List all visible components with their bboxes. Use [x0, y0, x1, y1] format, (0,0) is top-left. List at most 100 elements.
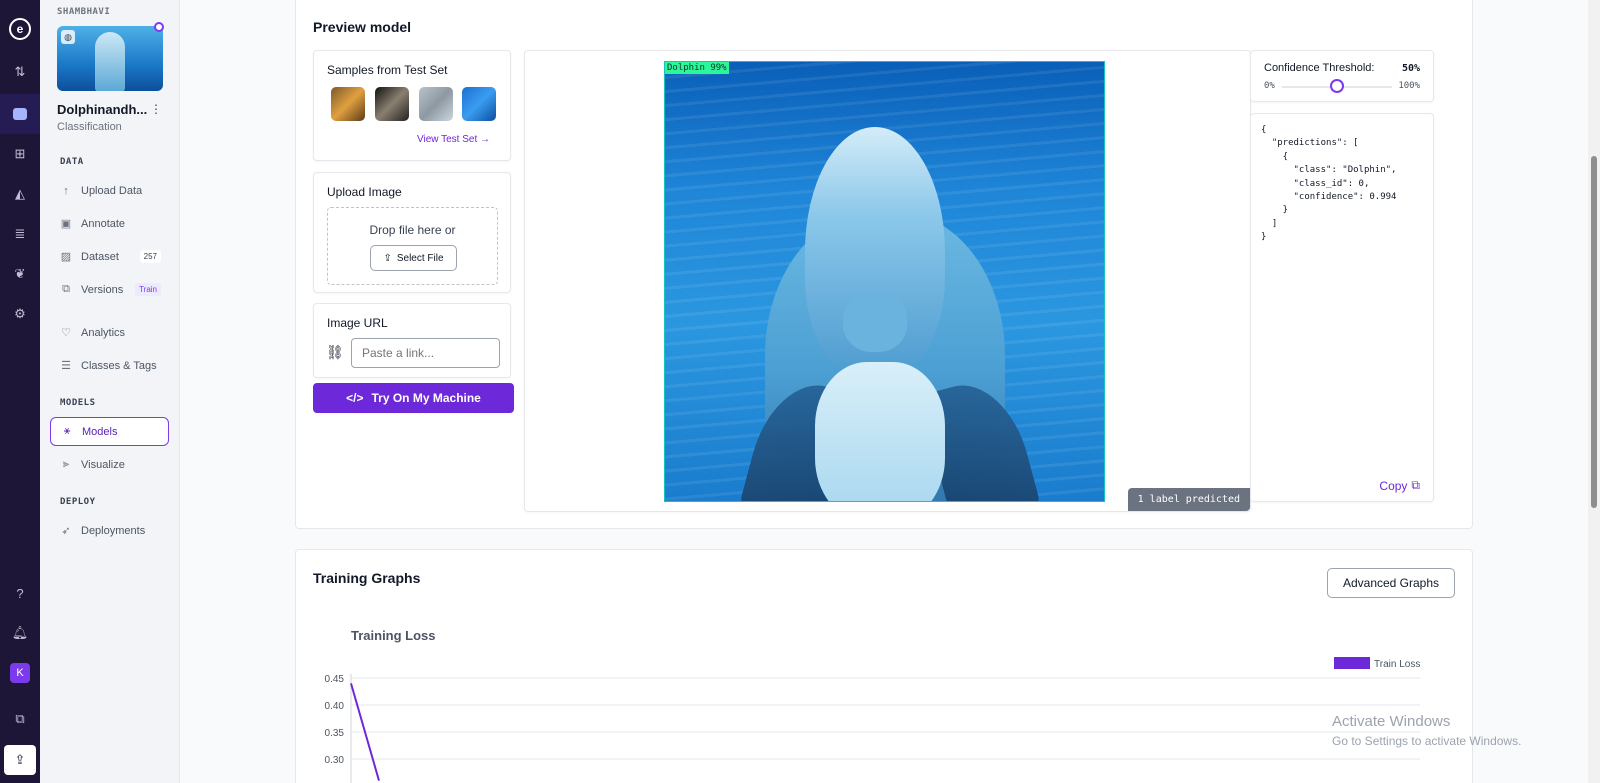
gear-icon[interactable]: ⚙: [0, 294, 40, 334]
sidebar-item-label: Deployments: [81, 524, 146, 537]
link-icon: ⛓: [326, 344, 344, 360]
upload-panel: Upload Image Drop file here or ⇪ Select …: [313, 172, 511, 293]
main-content: Preview model Samples from Test Set View…: [180, 0, 1588, 783]
chart-title: Training Loss: [351, 628, 436, 643]
try-button-label: Try On My Machine: [371, 391, 481, 405]
image-url-input[interactable]: [351, 338, 500, 368]
json-output: { "predictions": [ { "class": "Dolphin",…: [1261, 125, 1397, 243]
sidebar-item-label: Classes & Tags: [81, 359, 157, 372]
icon-rail: e ⇅ ⊞ ◭ ≣ ❦ ⚙ ? 🔔︎ K ⧉ ⇪: [0, 0, 40, 783]
try-on-my-machine-button[interactable]: </> Try On My Machine: [313, 383, 514, 413]
status-dot: [154, 22, 164, 32]
stack-icon[interactable]: ⧉: [0, 699, 40, 739]
bell-icon[interactable]: 🔔︎: [0, 613, 40, 653]
sidebar-item-label: Models: [82, 425, 118, 438]
samples-panel: Samples from Test Set View Test Set →: [313, 50, 511, 161]
sidebar-item-classes-tags[interactable]: ☰ Classes & Tags: [50, 351, 169, 380]
scrollbar-thumb[interactable]: [1591, 156, 1597, 508]
upload-rail-button[interactable]: ⇪: [0, 739, 40, 783]
select-file-button[interactable]: ⇪ Select File: [370, 245, 457, 271]
y-tick-label: 0.35: [325, 728, 345, 739]
sidebar-item-analytics[interactable]: ♡ Analytics: [50, 318, 169, 347]
versions-icon: ⧉: [62, 283, 70, 295]
list-icon: ☰: [61, 360, 71, 372]
project-sidebar: SHAMBHAVI ◍ Dolphinandh... ⋮ Classificat…: [40, 0, 180, 783]
confidence-slider-thumb[interactable]: [1330, 79, 1344, 93]
sidebar-item-upload-data[interactable]: ↑ Upload Data: [50, 176, 169, 205]
project-thumbnail[interactable]: ◍: [57, 26, 163, 91]
select-file-label: Select File: [396, 252, 444, 264]
y-tick-label: 0.45: [325, 674, 345, 685]
confidence-panel: Confidence Threshold: 50% 0% 100%: [1250, 50, 1434, 102]
heart-pulse-icon: ♡: [61, 327, 71, 339]
section-models: MODELS: [60, 398, 96, 408]
sidebar-item-label: Annotate: [81, 217, 126, 230]
copy-label: Copy: [1379, 478, 1408, 493]
image-edit-icon: ▣: [60, 218, 72, 230]
sidebar-item-label: Analytics: [81, 326, 126, 339]
images-icon: ▨: [60, 251, 72, 263]
upload-icon: ⇪: [383, 252, 392, 264]
train-badge[interactable]: Train: [135, 283, 161, 296]
app-logo-icon[interactable]: e: [0, 0, 40, 52]
drop-text: Drop file here or: [369, 223, 456, 237]
sidebar-item-visualize[interactable]: ⫸ Visualize: [50, 450, 169, 479]
sidebar-item-deployments[interactable]: ➶ Deployments: [50, 516, 169, 545]
image-url-panel: Image URL ⛓: [313, 303, 511, 378]
sample-thumbnail[interactable]: [375, 87, 409, 121]
page-title: Preview model: [313, 19, 412, 35]
sample-thumbnail[interactable]: [419, 87, 453, 121]
view-test-set-link[interactable]: View Test Set →: [417, 134, 490, 145]
copy-button[interactable]: Copy ⧉: [1379, 478, 1420, 493]
threshold-title: Confidence Threshold:: [1264, 62, 1375, 74]
windows-watermark: Activate Windows Go to Settings to activ…: [1332, 713, 1521, 748]
globe-icon: ◍: [61, 30, 75, 44]
y-tick-label: 0.40: [325, 701, 345, 712]
scrollbar[interactable]: [1588, 0, 1600, 783]
samples-title: Samples from Test Set: [327, 63, 448, 77]
training-graphs-title: Training Graphs: [313, 570, 421, 586]
legend-swatch[interactable]: [1334, 657, 1370, 669]
range-max: 100%: [1398, 81, 1420, 91]
avatar[interactable]: K: [0, 653, 40, 693]
upload-title: Upload Image: [327, 185, 402, 199]
project-name[interactable]: Dolphinandh...: [57, 102, 147, 117]
sidebar-item-label: Visualize: [81, 458, 125, 471]
sidebar-item-models[interactable]: ⚹ Models: [50, 417, 169, 446]
diagram-icon[interactable]: ⊞: [0, 134, 40, 174]
network-icon: ⚹: [63, 425, 71, 437]
prediction-viewer: Dolphin 99% 1 label predicted: [524, 50, 1251, 512]
range-min: 0%: [1264, 81, 1275, 91]
y-tick-label: 0.30: [325, 755, 345, 766]
labels-predicted-badge: 1 label predicted: [1127, 488, 1250, 511]
arrow-up-icon: ↑: [63, 184, 69, 197]
advanced-graphs-button[interactable]: Advanced Graphs: [1327, 568, 1455, 598]
workspace-name: SHAMBHAVI: [57, 7, 111, 17]
bar-chart-icon: ⫸: [62, 458, 70, 470]
preview-card: Preview model Samples from Test Set View…: [295, 0, 1473, 529]
training-loss-chart: 0.45 0.40 0.35 0.30 Train Loss: [325, 657, 1420, 783]
sidebar-item-label: Upload Data: [81, 184, 143, 197]
detection-label: Dolphin 99%: [665, 62, 729, 74]
leaf-icon[interactable]: ❦: [0, 254, 40, 294]
swap-icon[interactable]: ⇅: [0, 52, 40, 92]
sidebar-item-versions[interactable]: ⧉ Versions Train: [50, 275, 169, 304]
watermark-line-1: Activate Windows: [1332, 713, 1451, 730]
chart-icon[interactable]: ◭: [0, 174, 40, 214]
sidebar-item-annotate[interactable]: ▣ Annotate: [50, 209, 169, 238]
inbox-icon[interactable]: [0, 94, 40, 134]
more-vertical-icon[interactable]: ⋮: [150, 102, 162, 116]
watermark-line-2: Go to Settings to activate Windows.: [1332, 734, 1522, 748]
url-title: Image URL: [327, 316, 388, 330]
training-graphs-card: Training Graphs Advanced Graphs Training…: [295, 549, 1473, 783]
json-output-panel: { "predictions": [ { "class": "Dolphin",…: [1250, 113, 1434, 502]
sidebar-item-dataset[interactable]: ▨ Dataset 257: [50, 242, 169, 271]
sample-thumbnail[interactable]: [462, 87, 496, 121]
legend-label: Train Loss: [1374, 659, 1420, 670]
layers-icon[interactable]: ≣: [0, 214, 40, 254]
sidebar-item-label: Dataset: [81, 250, 119, 263]
dropzone[interactable]: Drop file here or ⇪ Select File: [327, 207, 498, 285]
help-icon[interactable]: ?: [0, 573, 40, 613]
code-icon: </>: [346, 391, 364, 405]
sample-thumbnail[interactable]: [331, 87, 365, 121]
